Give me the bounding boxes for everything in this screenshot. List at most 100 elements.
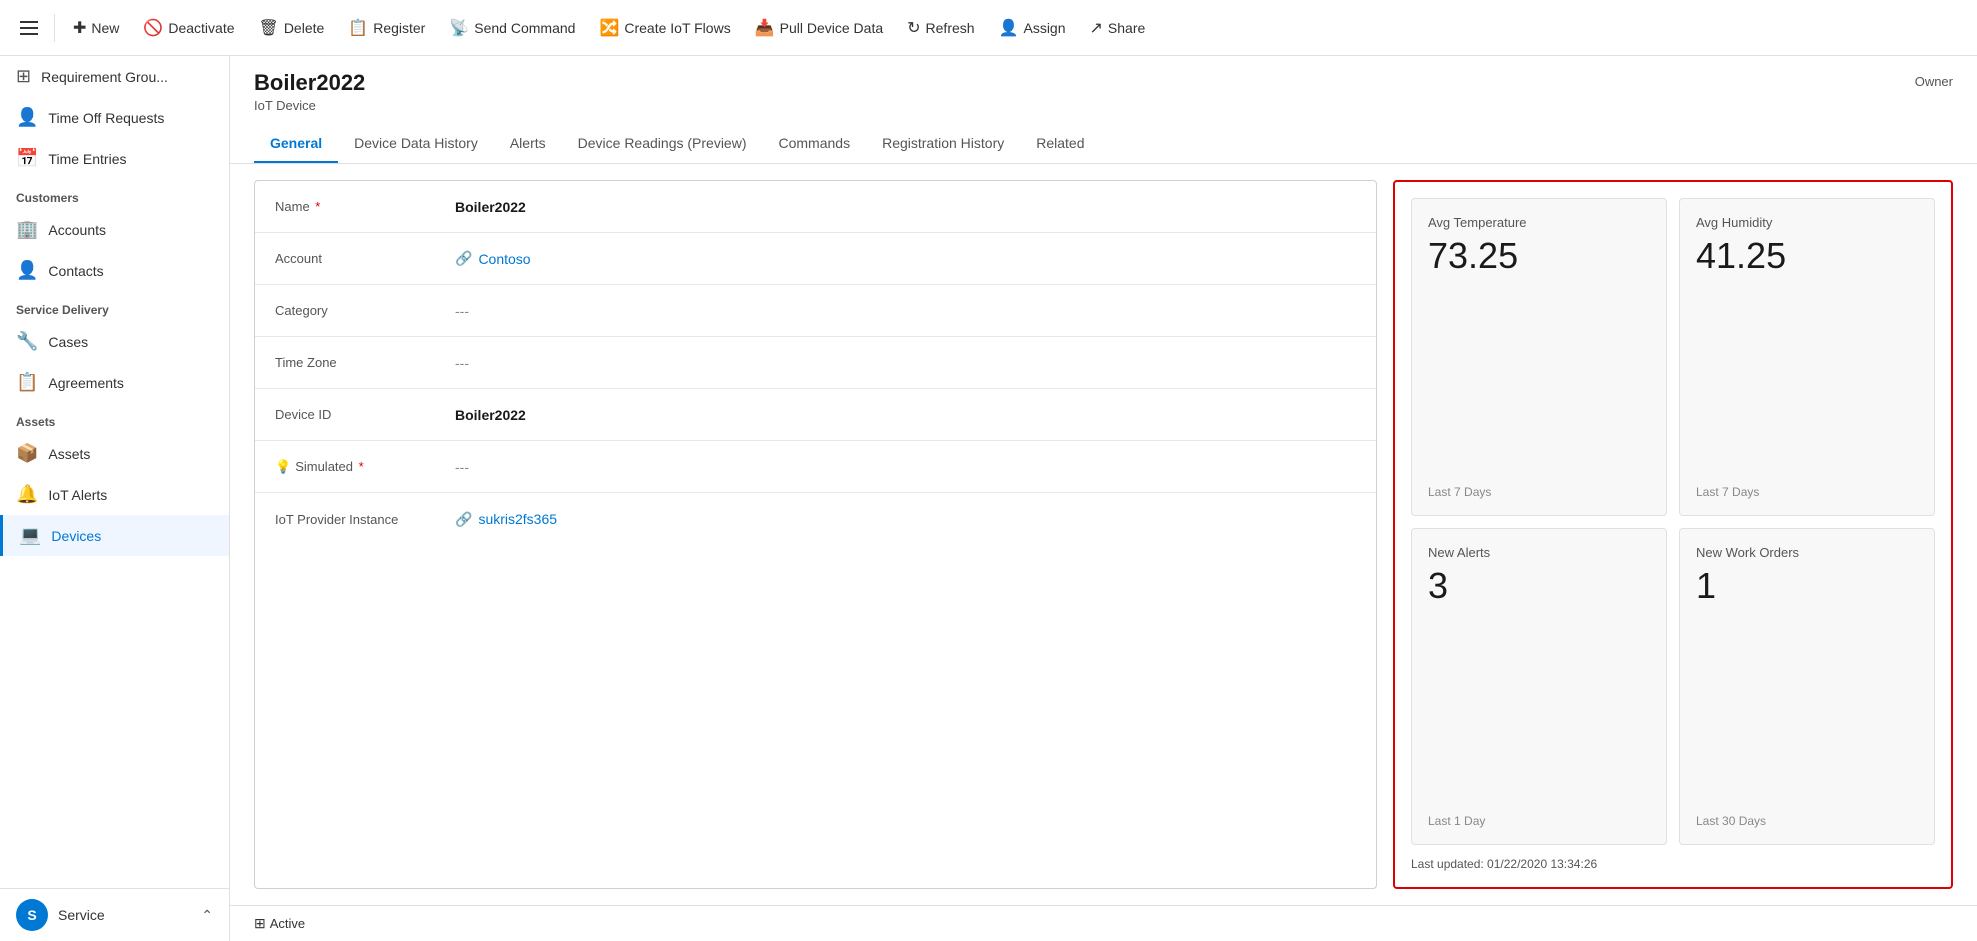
link-icon: 🔗 xyxy=(455,250,472,267)
new-icon: ✚ xyxy=(73,18,86,38)
send-command-icon: 📡 xyxy=(449,18,469,38)
metric-title: New Work Orders xyxy=(1696,545,1918,560)
tab-device-data-history[interactable]: Device Data History xyxy=(338,127,494,163)
metric-period: Last 1 Day xyxy=(1428,814,1650,828)
assets-section-header: Assets xyxy=(0,403,229,433)
requirement-group-icon: ⊞ xyxy=(16,66,31,87)
form-row: Time Zone--- xyxy=(255,337,1376,389)
pull-device-data-icon: 📥 xyxy=(755,18,775,38)
form-value: --- xyxy=(455,459,1356,475)
register-icon: 📋 xyxy=(348,18,368,38)
deactivate-button[interactable]: 🚫 Deactivate xyxy=(133,12,244,44)
form-label: IoT Provider Instance xyxy=(275,512,455,527)
sidebar-footer[interactable]: S Service ⌃ xyxy=(0,888,229,941)
iot-alerts-icon: 🔔 xyxy=(16,484,38,505)
create-iot-flows-icon: 🔀 xyxy=(599,18,619,38)
metric-card: New Work Orders 1 Last 30 Days xyxy=(1679,528,1935,846)
record-owner: Owner xyxy=(1915,74,1953,89)
sidebar-item-agreements[interactable]: 📋 Agreements xyxy=(0,362,229,403)
tab-registration-history[interactable]: Registration History xyxy=(866,127,1020,163)
metric-value: 1 xyxy=(1696,568,1918,604)
sidebar-item-assets[interactable]: 📦 Assets xyxy=(0,433,229,474)
tab-device-readings[interactable]: Device Readings (Preview) xyxy=(562,127,763,163)
metric-title: Avg Humidity xyxy=(1696,215,1918,230)
sidebar-footer-label: Service xyxy=(58,907,105,923)
pull-device-data-label: Pull Device Data xyxy=(780,20,884,36)
sidebar-item-time-off-requests[interactable]: 👤 Time Off Requests xyxy=(0,97,229,138)
required-indicator: * xyxy=(312,199,321,214)
assign-label: Assign xyxy=(1023,20,1065,36)
metric-card: Avg Humidity41.25Last 7 Days xyxy=(1679,198,1935,516)
sidebar-item-contacts[interactable]: 👤 Contacts xyxy=(0,250,229,291)
record-header: Boiler2022 IoT Device Owner GeneralDevic… xyxy=(230,56,1977,164)
tab-general[interactable]: General xyxy=(254,127,338,163)
pull-device-data-button[interactable]: 📥 Pull Device Data xyxy=(745,12,893,44)
sidebar-item-label: Accounts xyxy=(48,222,106,238)
agreements-icon: 📋 xyxy=(16,372,38,393)
chevron-up-icon: ⌃ xyxy=(201,907,213,924)
status-tag[interactable]: ⊞ Active xyxy=(254,915,305,932)
create-iot-flows-button[interactable]: 🔀 Create IoT Flows xyxy=(589,12,740,44)
metrics-grid: Avg Temperature73.25Last 7 DaysAvg Humid… xyxy=(1411,198,1935,845)
send-command-label: Send Command xyxy=(474,20,575,36)
metric-period: Last 30 Days xyxy=(1696,814,1918,828)
record-subtitle: IoT Device xyxy=(254,98,365,113)
form-label: Name * xyxy=(275,199,455,214)
customers-section-header: Customers xyxy=(0,179,229,209)
metric-period: Last 7 Days xyxy=(1696,485,1918,499)
deactivate-icon: 🚫 xyxy=(143,18,163,38)
form-value[interactable]: 🔗sukris2fs365 xyxy=(455,511,1356,528)
metrics-last-updated: Last updated: 01/22/2020 13:34:26 xyxy=(1411,857,1935,871)
form-label: Time Zone xyxy=(275,355,455,370)
sidebar-item-accounts[interactable]: 🏢 Accounts xyxy=(0,209,229,250)
delete-button[interactable]: 🗑 Delete xyxy=(249,12,335,44)
service-delivery-section-header: Service Delivery xyxy=(0,291,229,321)
form-value[interactable]: 🔗Contoso xyxy=(455,250,1356,267)
form-label: 💡Simulated * xyxy=(275,459,455,475)
metric-card: Avg Temperature73.25Last 7 Days xyxy=(1411,198,1667,516)
metric-value: 3 xyxy=(1428,568,1650,604)
refresh-label: Refresh xyxy=(926,20,975,36)
delete-label: Delete xyxy=(284,20,324,36)
form-section: Name *Boiler2022Account🔗ContosoCategory-… xyxy=(254,180,1377,889)
refresh-icon: ↻ xyxy=(907,18,920,38)
sidebar-item-label: Contacts xyxy=(48,263,103,279)
sidebar-item-iot-alerts[interactable]: 🔔 IoT Alerts xyxy=(0,474,229,515)
share-button[interactable]: ↗ Share xyxy=(1080,12,1156,44)
sidebar-item-label: Time Off Requests xyxy=(48,110,164,126)
sidebar-item-devices[interactable]: 💻 Devices xyxy=(0,515,229,556)
sidebar-item-cases[interactable]: 🔧 Cases xyxy=(0,321,229,362)
main-layout: ⊞ Requirement Grou... 👤 Time Off Request… xyxy=(0,56,1977,941)
toolbar: ✚ New 🚫 Deactivate 🗑 Delete 📋 Register 📡… xyxy=(0,0,1977,56)
sidebar-item-requirement-group[interactable]: ⊞ Requirement Grou... xyxy=(0,56,229,97)
new-label: New xyxy=(91,20,119,36)
tab-alerts[interactable]: Alerts xyxy=(494,127,562,163)
form-value: Boiler2022 xyxy=(455,199,1356,215)
status-icon: ⊞ xyxy=(254,915,266,932)
form-label: Device ID xyxy=(275,407,455,422)
share-icon: ↗ xyxy=(1090,18,1103,38)
sidebar-item-label: Requirement Grou... xyxy=(41,69,168,85)
sidebar-item-label: Devices xyxy=(51,528,101,544)
avatar: S xyxy=(16,899,48,931)
register-label: Register xyxy=(373,20,425,36)
tab-commands[interactable]: Commands xyxy=(762,127,866,163)
metrics-panel: Avg Temperature73.25Last 7 DaysAvg Humid… xyxy=(1393,180,1953,889)
form-value: --- xyxy=(455,303,1356,319)
register-button[interactable]: 📋 Register xyxy=(338,12,435,44)
contacts-icon: 👤 xyxy=(16,260,38,281)
delete-icon: 🗑 xyxy=(259,18,279,38)
record-title-row: Boiler2022 IoT Device Owner xyxy=(254,70,1953,113)
refresh-button[interactable]: ↻ Refresh xyxy=(897,12,984,44)
form-value: --- xyxy=(455,355,1356,371)
tab-related[interactable]: Related xyxy=(1020,127,1100,163)
form-row: Category--- xyxy=(255,285,1376,337)
hamburger-menu[interactable] xyxy=(12,13,46,43)
assign-button[interactable]: 👤 Assign xyxy=(989,12,1076,44)
send-command-button[interactable]: 📡 Send Command xyxy=(439,12,585,44)
toolbar-divider-1 xyxy=(54,14,55,42)
sidebar-item-time-entries[interactable]: 📅 Time Entries xyxy=(0,138,229,179)
link-icon: 🔗 xyxy=(455,511,472,528)
tabs: GeneralDevice Data HistoryAlertsDevice R… xyxy=(254,127,1953,163)
new-button[interactable]: ✚ New xyxy=(63,12,129,44)
